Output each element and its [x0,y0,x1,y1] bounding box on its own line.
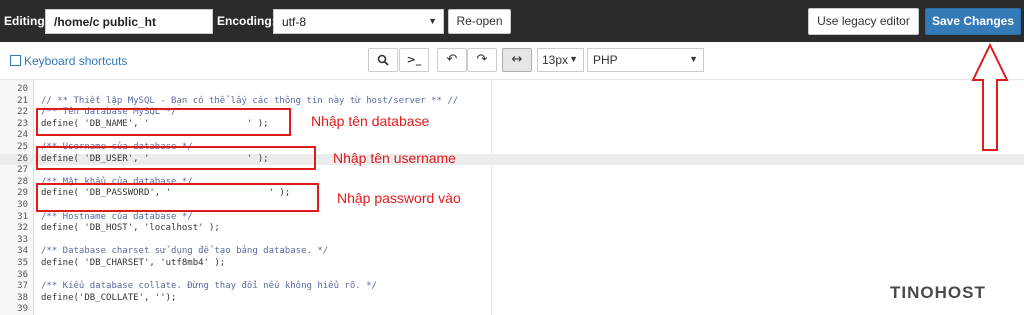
keyboard-shortcuts-label: Keyboard shortcuts [24,54,128,68]
line-number: 29 [17,188,28,199]
chevron-down-icon: ▼ [689,54,698,64]
code-line[interactable]: 38 define('DB_COLLATE', ''); [0,293,1024,305]
line-number: 33 [17,234,28,245]
syntax-mode-value: PHP [593,53,618,67]
line-number: 24 [17,130,28,141]
syntax-mode-select[interactable]: PHP ▼ [587,48,704,72]
line-number: 25 [17,142,28,152]
code-line[interactable]: 36 [0,270,1024,282]
encoding-label: Encoding: [217,14,276,28]
line-number: 35 [17,258,28,268]
line-number: 26 [17,153,28,164]
terminal-icon: >_ [406,53,422,66]
external-link-icon [10,55,21,66]
db-name-annotation: Nhập tên database [311,113,430,129]
line-number: 39 [17,304,28,315]
username-annotation: Nhập tên username [333,150,456,166]
redo-icon: ↷ [476,52,488,67]
code-line[interactable]: 37 /** Kiểu database collate. Đừng thay đ… [0,281,1024,293]
line-number: 36 [17,269,28,280]
line-number: 28 [17,176,28,187]
encoding-select[interactable]: utf-8 ▼ [273,9,444,34]
line-number: 32 [17,223,28,234]
code-text[interactable]: define( 'DB_CHARSET', 'utf8mb4' ); [41,258,225,270]
line-number: 30 [17,200,28,210]
code-line[interactable]: 20 [0,84,1024,96]
line-number: 27 [17,165,28,176]
font-size-value: 13px [542,53,569,67]
line-number: 23 [17,118,28,129]
username-highlight-box [36,146,316,170]
font-size-select[interactable]: 13px ▼ [537,48,584,72]
code-text[interactable]: /** Database charset sử dụng để tạo bảng… [41,246,328,258]
redo-button[interactable]: ↷ [467,48,497,72]
wrap-icon: ↔ [511,52,523,67]
code-text[interactable]: /** Hostname của database */ [41,212,193,224]
encoding-value: utf-8 [282,15,307,29]
db-name-highlight-box [36,108,291,136]
code-text[interactable]: define('DB_COLLATE', ''); [41,293,176,305]
editor-toolbar: Keyboard shortcuts >_ ↶ ↷ ↔ 13px ▼ PHP ▼ [0,42,1024,80]
line-number: 22 [17,107,28,118]
line-number: 37 [17,281,28,292]
code-line[interactable]: 33 [0,235,1024,247]
reopen-button[interactable]: Re-open [448,9,511,34]
save-changes-button[interactable]: Save Changes [925,8,1021,35]
search-button[interactable] [368,48,398,72]
code-text[interactable]: define( 'DB_HOST', 'localhost' ); [41,223,220,235]
code-line[interactable]: 21 // ** Thiết lập MySQL - Bạn có thể lấy… [0,96,1024,108]
undo-icon: ↶ [446,52,458,67]
code-line[interactable]: 34 /** Database charset sử dụng để tạo bả… [0,246,1024,258]
code-line[interactable]: 39 [0,304,1024,315]
line-number: 20 [17,84,28,94]
editing-label: Editing: [4,14,49,28]
file-path-field[interactable]: /home/c public_ht [45,9,213,34]
arrow-up-icon [971,42,1009,151]
chevron-down-icon: ▼ [428,16,437,26]
code-text[interactable]: /** Kiểu database collate. Đừng thay đổi… [41,281,377,293]
code-line[interactable]: 32 define( 'DB_HOST', 'localhost' ); [0,223,1024,235]
keyboard-shortcuts-link[interactable]: Keyboard shortcuts [10,54,127,68]
goto-line-button[interactable]: >_ [399,48,429,72]
line-number: 38 [17,292,28,303]
chevron-down-icon: ▼ [569,54,578,64]
word-wrap-button[interactable]: ↔ [502,48,532,72]
tinohost-logo: TINOHOST [890,283,986,302]
line-number: 31 [17,211,28,222]
editor-topbar: Editing: /home/c public_ht Encoding: utf… [0,0,1024,42]
password-annotation: Nhập password vào [337,190,461,206]
code-line[interactable]: 31 /** Hostname của database */ [0,212,1024,224]
code-text[interactable]: // ** Thiết lập MySQL - Bạn có thể lấy c… [41,96,458,108]
line-number: 21 [17,95,28,106]
use-legacy-editor-button[interactable]: Use legacy editor [808,8,919,35]
password-highlight-box [36,183,319,212]
line-number: 34 [17,246,28,257]
undo-button[interactable]: ↶ [437,48,467,72]
code-line[interactable]: 35 define( 'DB_CHARSET', 'utf8mb4' ); [0,258,1024,270]
search-icon [377,54,389,66]
